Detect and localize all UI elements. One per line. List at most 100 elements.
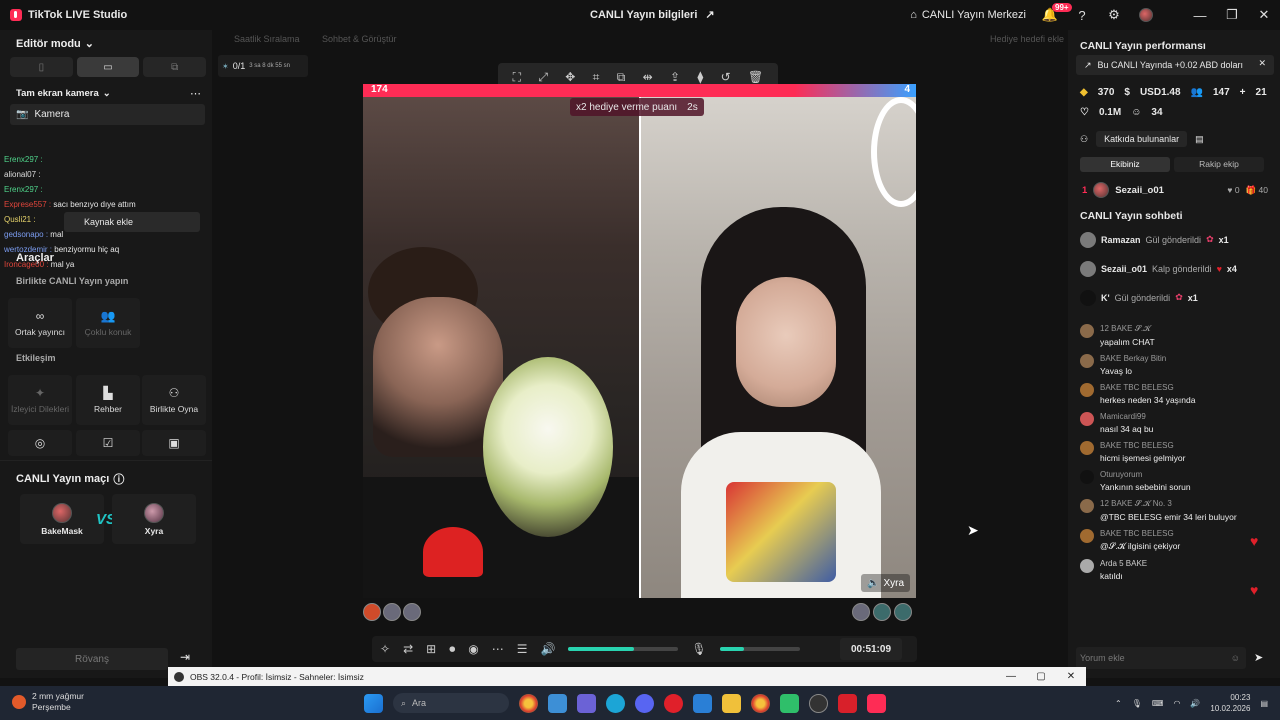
chat-message[interactable]: Mamicardi99 nasıl 34 aq bu: [1080, 412, 1272, 434]
wifi-icon[interactable]: ◠: [1173, 699, 1180, 708]
notification-center-icon[interactable]: ▤: [1260, 699, 1268, 708]
live-info-link[interactable]: CANLI Yayın bilgileri ↗: [590, 8, 715, 22]
obs-close-button[interactable]: ✕: [1056, 667, 1086, 686]
player-card-1[interactable]: BakeMask: [20, 494, 104, 544]
chevron-up-icon[interactable]: ⌃: [1115, 699, 1122, 708]
multiguest-button[interactable]: 👥 Çoklu konuk: [76, 298, 140, 348]
chrome-icon[interactable]: [519, 693, 538, 713]
edge-icon[interactable]: [606, 693, 625, 713]
avatar[interactable]: [363, 603, 381, 621]
chat-message[interactable]: BAKE TBC BELESG hicmi işemesi gelmiyor: [1080, 441, 1272, 463]
add-gift-goal-label[interactable]: Hediye hedefi ekle: [990, 34, 1064, 44]
store-icon[interactable]: [548, 693, 567, 713]
settings-sliders-icon[interactable]: ☰: [517, 642, 528, 656]
user-add-icon[interactable]: ⚇: [1080, 134, 1088, 145]
obs-window-bar[interactable]: OBS 32.0.4 - Profil: İsimsiz - Sahneler:…: [168, 667, 1086, 686]
viewer-wishes-button[interactable]: ✦ İzleyici Dilekleri: [8, 375, 72, 425]
delete-icon[interactable]: 🗑: [748, 70, 763, 84]
discord-icon[interactable]: [635, 693, 654, 713]
obs-maximize-button[interactable]: ▢: [1026, 667, 1056, 686]
contributors-button[interactable]: Katkıda bulunanlar: [1096, 131, 1188, 147]
volume-icon[interactable]: 🔊: [540, 642, 555, 656]
editor-mode-dropdown[interactable]: Editör modu ⌄: [16, 37, 94, 51]
portrait-mode-button[interactable]: ▯: [10, 57, 73, 77]
layer-down-icon[interactable]: ⧫: [697, 70, 703, 84]
layer-up-icon[interactable]: ⇪: [670, 70, 680, 84]
volume-icon[interactable]: 🔊: [1190, 699, 1200, 708]
scene-switch-icon[interactable]: ⇄: [403, 642, 413, 656]
opera-icon[interactable]: [664, 693, 683, 713]
crop-icon[interactable]: ⌗: [593, 70, 600, 85]
camera-section-header[interactable]: Tam ekran kamera ⌄: [16, 88, 111, 99]
emoji-icon[interactable]: ☺: [1231, 653, 1240, 663]
live-video-preview[interactable]: 174 4 🔈 Xyra x2 hediye verme puanı 2s: [363, 84, 916, 598]
fullscreen-icon[interactable]: ⛶: [513, 70, 521, 85]
top-contributor-row[interactable]: 1 Sezaii_o01 ♥ 0 🎁 40: [1082, 182, 1268, 198]
microphone-icon[interactable]: 🎙: [1132, 699, 1142, 708]
more-icon[interactable]: ⋯: [492, 642, 504, 656]
avatar[interactable]: [403, 603, 421, 621]
chat-talk-label[interactable]: Sohbet & Görüştür: [322, 34, 397, 44]
rematch-button[interactable]: Rövanş: [16, 648, 168, 670]
record-icon[interactable]: ⏺: [449, 642, 455, 657]
live-center-button[interactable]: ⌂ CANLI Yayın Merkezi: [910, 9, 1026, 21]
close-icon[interactable]: ✕: [1258, 58, 1266, 69]
player-card-2[interactable]: Xyra: [112, 494, 196, 544]
notifications-button[interactable]: 🔔 99+: [1034, 0, 1072, 30]
cohost-button[interactable]: ∞ Ortak yayıncı: [8, 298, 72, 348]
avatar[interactable]: [894, 603, 912, 621]
obs-minimize-button[interactable]: —: [996, 667, 1026, 686]
chat-message[interactable]: 12 BAKE 𝓢.𝓚 yapalım CHAT: [1080, 324, 1272, 347]
minimize-button[interactable]: —: [1184, 0, 1216, 30]
chat-message[interactable]: BAKE TBC BELESG herkes neden 34 yaşında: [1080, 383, 1272, 405]
profile-button[interactable]: [1130, 0, 1162, 30]
exit-match-button[interactable]: ⇥: [180, 650, 190, 664]
magic-wand-icon[interactable]: ✧: [380, 642, 390, 656]
chat-message[interactable]: BAKE Berkay Bitin Yavaş lo: [1080, 354, 1272, 376]
taskbar-search[interactable]: ⌕ Ara: [393, 693, 509, 713]
send-button[interactable]: ➤: [1254, 651, 1263, 664]
settings-button[interactable]: ⚙: [1098, 0, 1130, 30]
copy-icon[interactable]: ⧉: [617, 70, 626, 85]
tab-your-team[interactable]: Ekibiniz: [1080, 157, 1170, 172]
guide-button[interactable]: ▙ Rehber: [76, 375, 140, 425]
camera-source-item[interactable]: 📷 Kamera: [10, 104, 205, 125]
avatar[interactable]: [383, 603, 401, 621]
center-icon[interactable]: ✥: [565, 70, 575, 84]
comment-input[interactable]: Yorum ekle ☺: [1076, 647, 1246, 669]
dual-mode-button[interactable]: ⧉: [143, 57, 207, 77]
weather-widget[interactable]: 2 mm yağmur Perşembe: [12, 691, 84, 713]
tiktok-taskbar-icon[interactable]: [867, 693, 886, 713]
network-icon[interactable]: ⌨: [1152, 699, 1164, 708]
landscape-mode-button[interactable]: ▭: [76, 57, 140, 77]
chrome-alt-icon[interactable]: [751, 693, 770, 713]
tool-button-extra-3[interactable]: ▣: [142, 430, 206, 456]
mail-icon[interactable]: [693, 693, 712, 713]
app-icon[interactable]: [780, 693, 799, 713]
avatar[interactable]: [873, 603, 891, 621]
youtube-icon[interactable]: [838, 693, 857, 713]
rotate-icon[interactable]: ↺: [721, 70, 731, 84]
tool-button-extra-2[interactable]: ☑: [76, 430, 140, 456]
guest-name-tag[interactable]: 🔈 Xyra: [860, 574, 910, 592]
close-button[interactable]: ✕: [1248, 0, 1280, 30]
avatar[interactable]: [852, 603, 870, 621]
add-source-button[interactable]: Kaynak ekle: [64, 212, 200, 232]
flip-icon[interactable]: ⇹: [643, 70, 653, 84]
chat-message[interactable]: Arda 5 BAKE katıldı: [1080, 559, 1272, 581]
mic-slider[interactable]: [719, 647, 800, 651]
windows-start-icon[interactable]: [364, 693, 383, 713]
expand-icon[interactable]: ⤢: [538, 70, 548, 85]
microphone-icon[interactable]: 🎙: [691, 642, 706, 656]
maximize-button[interactable]: ❐: [1216, 0, 1248, 30]
list-icon[interactable]: ▤: [1195, 134, 1204, 145]
chat-message[interactable]: 12 BAKE 𝓢.𝓚 No. 3 @TBC BELESG emir 34 ler…: [1080, 499, 1272, 522]
chat-message[interactable]: BAKE TBC BELESG @𝓢.𝓚 ilgisini çekiyor: [1080, 529, 1272, 552]
clock[interactable]: 00:23 10.02.2026: [1210, 692, 1250, 714]
volume-slider[interactable]: [568, 647, 679, 651]
tool-button-extra-1[interactable]: ◎: [8, 430, 72, 456]
teams-icon[interactable]: [577, 693, 596, 713]
streak-widget[interactable]: ✶ 0/1 3 sa 8 dk 55 sn: [218, 55, 308, 77]
tab-rival-team[interactable]: Rakip ekip: [1174, 157, 1264, 172]
chat-message[interactable]: Oturuyorum Yankının sebebini sorun: [1080, 470, 1272, 492]
